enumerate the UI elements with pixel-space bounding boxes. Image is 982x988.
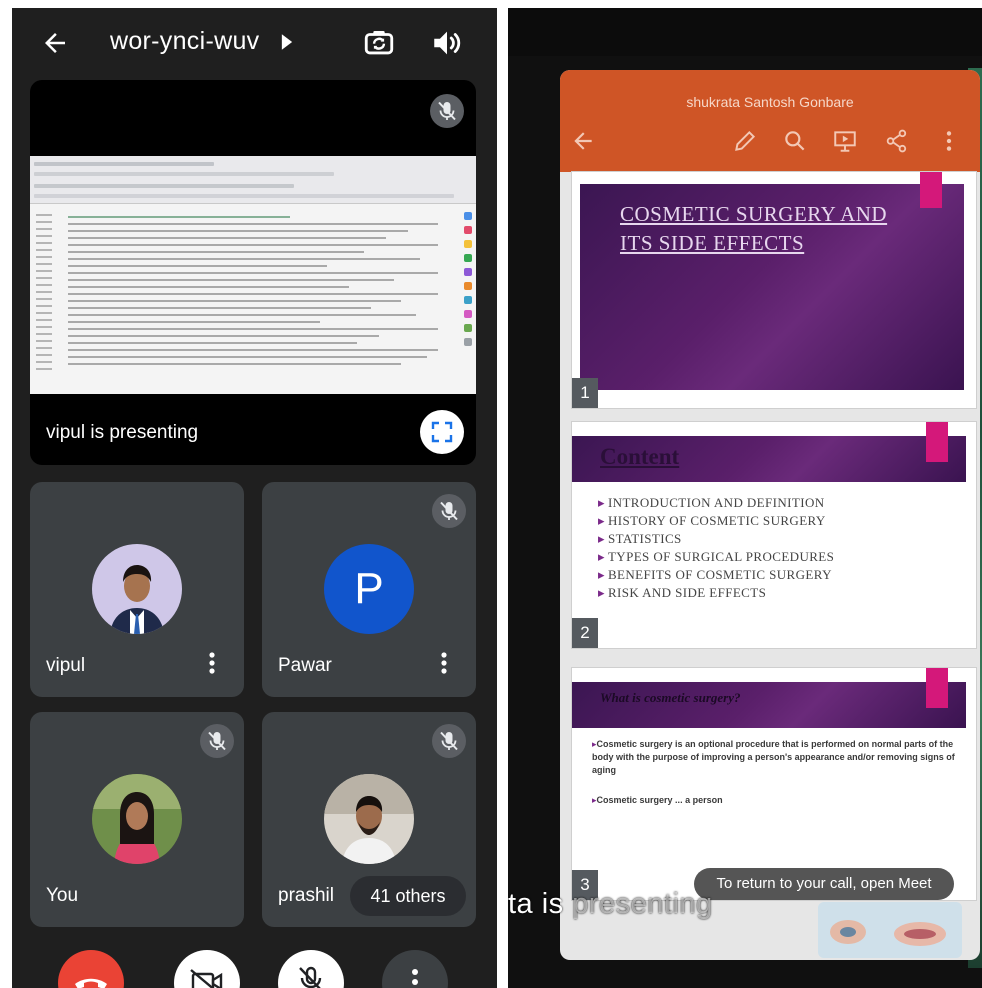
document-table-lines — [68, 216, 438, 370]
meet-call-screen: wor-ynci-wuv vipul is presenting vipul P… — [12, 8, 497, 988]
fullscreen-icon — [431, 421, 453, 443]
avatar-photo — [92, 774, 182, 864]
participant-name: vipul — [46, 655, 86, 676]
slide-thumbnail-2[interactable]: Content INTRODUCTION AND DEFINITION HIST… — [572, 422, 976, 648]
slide-image-thumbnail — [818, 902, 962, 958]
slide-bullet: STATISTICS — [598, 530, 834, 548]
slide-bullet: BENEFITS OF COSMETIC SURGERY — [598, 566, 834, 584]
share-icon[interactable] — [884, 128, 910, 154]
slide-bullet: RISK AND SIDE EFFECTS — [598, 584, 834, 602]
participant-name: You — [46, 885, 79, 906]
shared-phone-screen: shukrata Santosh Gonbare COSMETIC SURGER… — [508, 8, 982, 988]
slides-app: shukrata Santosh Gonbare COSMETIC SURGER… — [560, 70, 980, 960]
back-arrow-icon[interactable] — [40, 28, 70, 58]
mic-off-icon — [438, 101, 456, 121]
avatar — [324, 774, 414, 864]
mic-off-icon — [440, 731, 458, 751]
screen-top-bar — [508, 8, 982, 56]
slide-number: 1 — [572, 378, 598, 408]
slide-bullet: HISTORY OF COSMETIC SURGERY — [598, 512, 834, 530]
presenting-overlay-text: ta is presenting — [508, 888, 713, 920]
slide-thumbnail-3[interactable]: What is cosmetic surgery? Cosmetic surge… — [572, 668, 976, 900]
more-options-button[interactable] — [382, 950, 448, 988]
present-icon[interactable] — [832, 128, 858, 154]
document-line-numbers — [36, 214, 52, 375]
slide-number: 2 — [572, 618, 598, 648]
slide-heading: Content — [600, 444, 680, 469]
app-header: shukrata Santosh Gonbare — [560, 70, 980, 172]
more-vert-icon[interactable] — [936, 128, 962, 154]
slide-paragraph: Cosmetic surgery ... a person — [592, 794, 962, 807]
more-vert-icon[interactable] — [208, 651, 216, 675]
mic-off-badge — [200, 724, 234, 758]
end-call-icon — [75, 978, 107, 988]
slide-paragraph: Cosmetic surgery is an optional procedur… — [592, 738, 962, 777]
avatar-photo — [324, 774, 414, 864]
document-toolbar — [30, 156, 476, 204]
avatar-photo — [92, 544, 182, 634]
back-arrow-icon[interactable] — [570, 128, 596, 154]
camera-off-icon — [190, 969, 223, 988]
slide-accent-tab — [926, 668, 948, 708]
slide-title: COSMETIC SURGERY AND ITS SIDE EFFECTS — [620, 202, 888, 255]
slide-accent-tab — [920, 172, 942, 208]
slide-bullet: INTRODUCTION AND DEFINITION — [598, 494, 834, 512]
mic-off-badge — [432, 494, 466, 528]
shared-screen-preview — [30, 156, 476, 394]
participant-tile-you[interactable]: You — [30, 712, 244, 927]
slide-thumbnail-1[interactable]: COSMETIC SURGERY AND ITS SIDE EFFECTS 1 — [572, 172, 976, 408]
fullscreen-button[interactable] — [420, 410, 464, 454]
top-bar: wor-ynci-wuv — [12, 8, 497, 76]
avatar — [92, 544, 182, 634]
slide-accent-tab — [926, 422, 948, 462]
participant-name: prashil — [278, 885, 334, 906]
slide-bullet-list: INTRODUCTION AND DEFINITION HISTORY OF C… — [598, 494, 834, 602]
camera-toggle-button[interactable] — [174, 950, 240, 988]
end-call-button[interactable] — [58, 950, 124, 988]
search-icon[interactable] — [782, 128, 808, 154]
presenter-name: shukrata Santosh Gonbare — [686, 94, 854, 110]
slide-heading: What is cosmetic surgery? — [600, 690, 741, 705]
participant-tile-pawar[interactable]: P Pawar — [262, 482, 476, 697]
mic-off-badge — [432, 724, 466, 758]
presenting-label: vipul is presenting — [46, 422, 199, 443]
avatar-initial: P — [324, 544, 414, 634]
avatar — [92, 774, 182, 864]
mic-off-icon — [208, 731, 226, 751]
mic-toggle-button[interactable] — [278, 950, 344, 988]
meeting-code[interactable]: wor-ynci-wuv — [110, 27, 259, 56]
more-icon — [412, 969, 418, 985]
speaker-icon[interactable] — [430, 26, 464, 60]
others-count-chip[interactable]: 41 others — [350, 876, 466, 916]
mic-icon — [299, 966, 322, 988]
participant-name: Pawar — [278, 655, 332, 676]
mic-off-icon — [440, 501, 458, 521]
screenshot: wor-ynci-wuv vipul is presenting vipul P… — [0, 0, 982, 988]
flip-camera-icon[interactable] — [362, 26, 396, 60]
participant-tile-vipul[interactable]: vipul — [30, 482, 244, 697]
face-photo-strip — [818, 902, 962, 958]
more-vert-icon[interactable] — [440, 651, 448, 675]
document-side-toolbar — [464, 212, 472, 382]
presentation-tile[interactable]: vipul is presenting — [30, 80, 476, 465]
pen-icon[interactable] — [732, 128, 758, 154]
return-to-call-toast[interactable]: To return to your call, open Meet — [694, 868, 954, 900]
mic-off-badge — [430, 94, 464, 128]
caret-right-icon[interactable] — [280, 33, 294, 51]
slide-bullet: TYPES OF SURGICAL PROCEDURES — [598, 548, 834, 566]
